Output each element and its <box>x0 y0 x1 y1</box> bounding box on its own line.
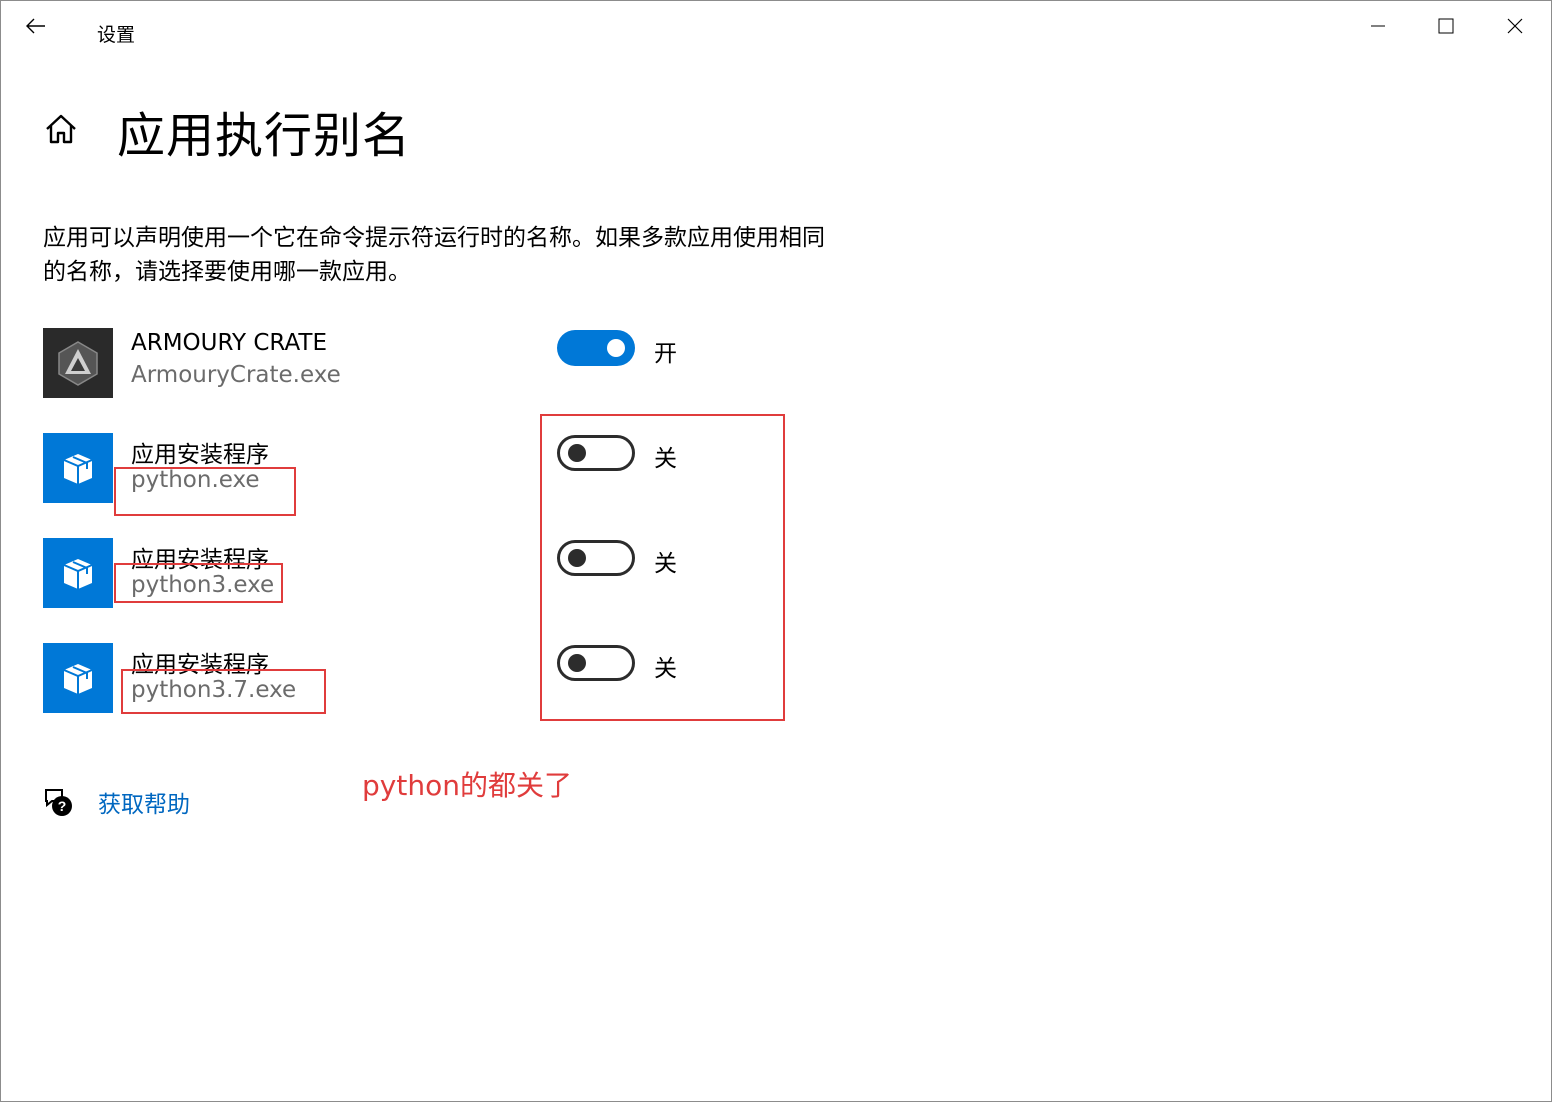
svg-text:?: ? <box>58 798 67 814</box>
app-executable: ArmouryCrate.exe <box>131 362 341 388</box>
annotation-box-python-exe <box>114 467 296 516</box>
page-description: 应用可以声明使用一个它在命令提示符运行时的名称。如果多款应用使用相同的名称，请选… <box>43 225 825 285</box>
app-name: 应用安装程序 <box>131 442 269 468</box>
annotation-note: python的都关了 <box>362 769 572 802</box>
back-button[interactable] <box>14 8 58 44</box>
app-name: ARMOURY CRATE <box>131 330 328 356</box>
get-help-link[interactable]: 获取帮助 <box>98 785 190 819</box>
help-chat-icon: ? <box>42 786 74 818</box>
home-button[interactable] <box>42 110 80 148</box>
toggle-state-label: 开 <box>654 341 677 367</box>
annotation-box-python37-exe <box>121 669 326 714</box>
maximize-button[interactable] <box>1414 6 1478 46</box>
app-installer-box-icon <box>43 538 113 608</box>
app-row-armoury-crate: ARMOURY CRATE ArmouryCrate.exe 开 <box>43 328 763 400</box>
window-title: 设置 <box>97 24 136 46</box>
home-icon <box>46 114 76 144</box>
title-bar: 设置 <box>0 0 1552 56</box>
alias-toggle[interactable] <box>557 330 635 366</box>
annotation-box-toggles <box>540 414 785 721</box>
armoury-crate-logo-icon <box>43 328 113 398</box>
arrow-left-icon <box>26 18 45 34</box>
minimize-icon <box>1371 25 1385 27</box>
close-button[interactable] <box>1483 6 1547 46</box>
minimize-button[interactable] <box>1346 6 1410 46</box>
maximize-icon <box>1438 18 1454 34</box>
annotation-box-python3-exe <box>114 563 283 603</box>
app-installer-box-icon <box>43 433 113 503</box>
page-title: 应用执行别名 <box>117 108 412 164</box>
close-icon <box>1507 18 1523 34</box>
app-installer-box-icon <box>43 643 113 713</box>
